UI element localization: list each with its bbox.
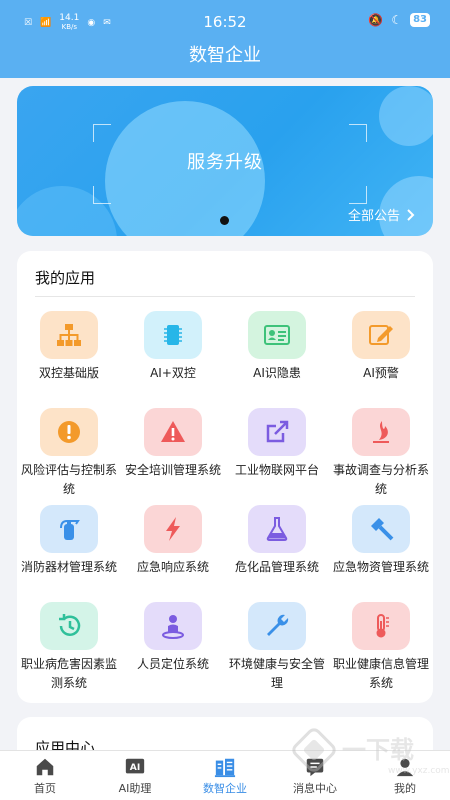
moon-icon: ☾: [391, 13, 403, 27]
tab-message[interactable]: 消息中心: [270, 751, 360, 800]
all-announcements-link[interactable]: 全部公告: [348, 205, 415, 224]
divider: [35, 296, 415, 297]
battery-indicator: 83: [410, 13, 430, 27]
ai-icon: AI: [125, 758, 145, 773]
banner-frame-corner: [349, 124, 367, 142]
app-label: 事故调查与分析系统: [333, 463, 430, 496]
app-item[interactable]: 职业病危害因素监测系统: [17, 602, 121, 699]
app-item[interactable]: 应急响应系统: [121, 505, 225, 602]
svg-text:AI: AI: [130, 762, 141, 773]
my-apps-card: 我的应用 双控基础版 AI+双控 AI识隐患 AI预警风险评估与控制系统 安全培训管理系…: [17, 251, 433, 703]
carousel-indicator[interactable]: [220, 216, 229, 225]
app-label: 工业物联网平台: [234, 463, 319, 477]
app-label: 职业病危害因素监测系统: [21, 657, 118, 690]
thermometer-icon: [352, 602, 410, 650]
flask-icon: [248, 505, 306, 553]
lightning-icon: [144, 505, 202, 553]
app-item[interactable]: AI预警: [329, 311, 433, 408]
app-label: AI识隐患: [253, 366, 301, 380]
status-right-icons: 🔕 ☾ 83: [368, 13, 430, 27]
enterprise-icon: [214, 758, 236, 777]
page-title: 数智企业: [0, 44, 450, 78]
app-item[interactable]: 危化品管理系统: [225, 505, 329, 602]
app-label: 危化品管理系统: [234, 560, 319, 574]
app-grid: 双控基础版 AI+双控 AI识隐患 AI预警风险评估与控制系统 安全培训管理系统 工业物联…: [17, 311, 433, 699]
tab-label: 数智企业: [203, 781, 247, 795]
app-item[interactable]: 风险评估与控制系统: [17, 408, 121, 505]
app-item[interactable]: 消防器材管理系统: [17, 505, 121, 602]
app-label: 应急响应系统: [136, 560, 209, 574]
banner-frame-corner: [93, 186, 111, 204]
tab-label: 首页: [34, 781, 56, 795]
app-label: 人员定位系统: [136, 657, 209, 671]
app-item[interactable]: 环境健康与安全管理: [225, 602, 329, 699]
my-apps-title: 我的应用: [35, 269, 96, 287]
warning-triangle-icon: [144, 408, 202, 456]
banner-decoration: [379, 86, 433, 146]
app-label: 消防器材管理系统: [21, 560, 118, 574]
app-item[interactable]: 工业物联网平台: [225, 408, 329, 505]
app-item[interactable]: 安全培训管理系统: [121, 408, 225, 505]
banner-title: 服务升级: [187, 152, 263, 173]
app-label: 应急物资管理系统: [333, 560, 430, 574]
tab-label: 我的: [394, 781, 416, 795]
app-label: AI+双控: [150, 366, 196, 380]
hammer-icon: [352, 505, 410, 553]
banner-frame-corner: [93, 124, 111, 142]
id-card-icon: [248, 311, 306, 359]
person-pin-icon: [144, 602, 202, 650]
app-label: 安全培训管理系统: [125, 463, 222, 477]
mute-icon: 🔕: [368, 13, 384, 27]
banner-frame-corner: [349, 186, 367, 204]
status-bar: ☒ 📶 14.1 KB/s ◉ ✉ 16:52 🔕 ☾ 83: [0, 0, 450, 44]
app-label: AI预警: [363, 366, 399, 380]
tab-profile[interactable]: 我的: [360, 751, 450, 800]
app-label: 双控基础版: [38, 366, 99, 380]
bottom-tab-bar: 首页 AI AI助理 数智企业 消息中心 我的: [0, 750, 450, 800]
flame-icon: [352, 408, 410, 456]
announcement-banner[interactable]: 服务升级 全部公告: [17, 86, 433, 236]
history-clock-icon: [40, 602, 98, 650]
all-announcements-label: 全部公告: [347, 209, 400, 224]
edit-note-icon: [352, 311, 410, 359]
app-item[interactable]: 双控基础版: [17, 311, 121, 408]
home-icon: [36, 758, 54, 775]
profile-icon: [396, 758, 414, 776]
app-item[interactable]: 职业健康信息管理系统: [329, 602, 433, 699]
app-item[interactable]: AI识隐患: [225, 311, 329, 408]
tab-ai[interactable]: AI AI助理: [90, 751, 180, 800]
wrench-icon: [248, 602, 306, 650]
tab-home[interactable]: 首页: [0, 751, 90, 800]
org-chart-icon: [40, 311, 98, 359]
message-icon: [306, 758, 324, 776]
share-box-icon: [248, 408, 306, 456]
tab-label: 消息中心: [293, 781, 337, 795]
tab-label: AI助理: [118, 781, 152, 795]
app-item[interactable]: 人员定位系统: [121, 602, 225, 699]
tab-enterprise[interactable]: 数智企业: [180, 751, 270, 800]
app-item[interactable]: 事故调查与分析系统: [329, 408, 433, 505]
fire-extinguisher-icon: [40, 505, 98, 553]
chip-icon: [144, 311, 202, 359]
app-label: 风险评估与控制系统: [21, 463, 118, 496]
app-label: 环境健康与安全管理: [229, 657, 326, 690]
app-item[interactable]: 应急物资管理系统: [329, 505, 433, 602]
app-label: 职业健康信息管理系统: [333, 657, 430, 690]
chevron-right-icon: [407, 208, 415, 221]
exclamation-icon: [40, 408, 98, 456]
app-item[interactable]: AI+双控: [121, 311, 225, 408]
